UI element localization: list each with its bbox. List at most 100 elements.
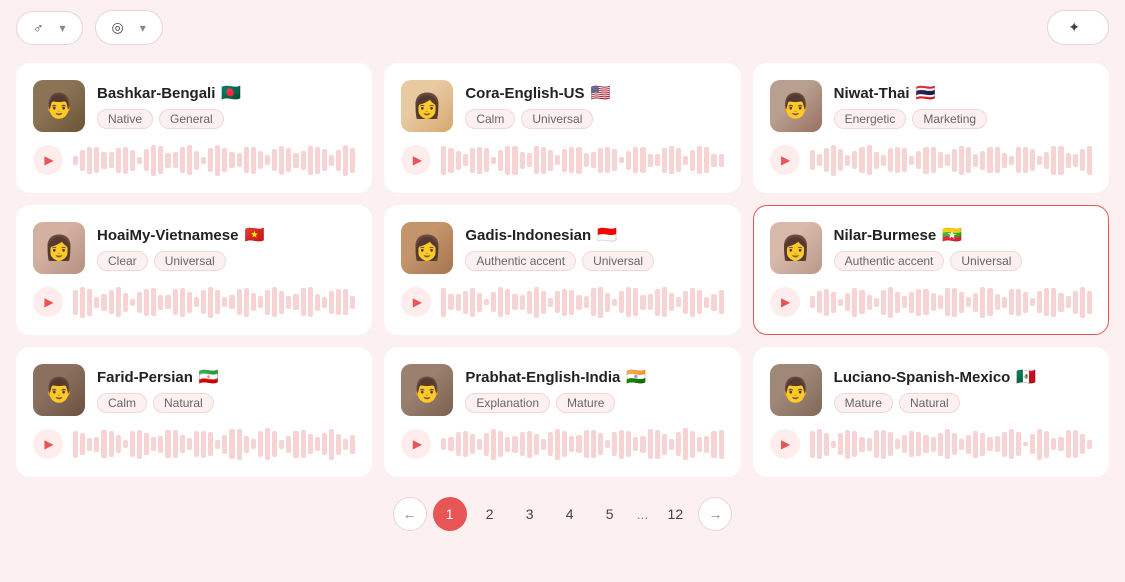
wave-bar [1037,291,1042,313]
play-button[interactable]: ▶ [33,287,63,317]
waveform-row: ▶ [401,428,723,460]
wave-bar [456,151,461,170]
wave-bar [258,296,263,308]
tag: Authentic accent [834,251,945,271]
wave-bar [555,155,560,165]
page-btn-12[interactable]: 12 [658,497,692,531]
page-btn-2[interactable]: 2 [473,497,507,531]
wave-bar [222,297,227,307]
tag: Universal [521,109,593,129]
wave-bar [286,296,291,309]
wave-bar [831,292,836,313]
wave-bar [534,434,539,455]
wave-bar [484,299,489,305]
flag-icon: 🇮🇷 [199,367,219,387]
wave-bar [874,430,879,458]
wave-bar [87,147,92,174]
wave-bar [1087,146,1092,175]
wave-bar [959,146,964,175]
wave-bar [94,297,99,308]
wave-bar [87,438,92,451]
voice-name: Nilar-Burmese [834,227,937,244]
voice-card-gadis[interactable]: 👩 Gadis-Indonesian 🇮🇩 Authentic accentUn… [384,205,740,335]
play-icon: ▶ [413,295,422,309]
wave-bar [633,288,638,316]
wave-bar [350,148,355,173]
wave-bar [676,432,681,456]
page-btn-4[interactable]: 4 [553,497,587,531]
play-button[interactable]: ▶ [401,287,431,317]
wave-bar [484,148,489,172]
avatar: 👩 [33,222,85,274]
wave-bar [711,154,716,167]
wave-bar [824,433,829,456]
gender-filter-btn[interactable]: ♂ ▾ [16,11,83,45]
voice-card-prabhat[interactable]: 👨 Prabhat-English-India 🇮🇳 ExplanationMa… [384,347,740,477]
play-button[interactable]: ▶ [770,429,800,459]
play-button[interactable]: ▶ [770,145,800,175]
tag: Universal [154,251,226,271]
wave-bar [87,289,92,316]
wave-bar [852,288,857,317]
wave-bar [527,153,532,167]
wave-bar [569,290,574,315]
wave-bar [80,150,85,171]
wave-bar [916,432,921,456]
wave-bar [144,289,149,316]
wave-bar [1002,153,1007,168]
voice-card-bashkar[interactable]: 👨 Bashkar-Bengali 🇧🇩 NativeGeneral ▶ [16,63,372,193]
wave-bar [251,293,256,311]
waveform-row: ▶ [401,286,723,318]
tags: ExplanationMature [465,393,723,413]
attire-filter-btn[interactable]: ◎ ▾ [95,10,163,45]
play-button[interactable]: ▶ [401,145,431,175]
voice-card-niwat[interactable]: 👨 Niwat-Thai 🇹🇭 EnergeticMarketing ▶ [753,63,1109,193]
voice-card-cora[interactable]: 👩 Cora-English-US 🇺🇸 CalmUniversal ▶ [384,63,740,193]
wave-bar [1073,430,1078,458]
voice-name: Cora-English-US [465,85,584,102]
wave-bar [315,294,320,311]
play-button[interactable]: ▶ [33,145,63,175]
wave-bar [1030,434,1035,454]
play-button[interactable]: ▶ [770,287,800,317]
play-icon: ▶ [44,295,53,309]
wave-bar [1002,297,1007,308]
prev-page-btn[interactable]: ← [393,497,427,531]
wave-bar [265,290,270,315]
wave-bar [966,147,971,173]
voice-card-hoaimy[interactable]: 👩 HoaiMy-Vietnamese 🇻🇳 ClearUniversal ▶ [16,205,372,335]
wave-bar [831,145,836,176]
wave-bar [222,148,227,172]
page-btn-5[interactable]: 5 [593,497,627,531]
wave-bar [244,436,249,453]
play-button[interactable]: ▶ [33,429,63,459]
wave-bar [448,148,453,173]
wave-bar [817,291,822,313]
wave-bar [662,148,667,173]
wave-bar [301,288,306,316]
play-button[interactable]: ▶ [401,429,431,459]
voice-card-farid[interactable]: 👨 Farid-Persian 🇮🇷 CalmNatural ▶ [16,347,372,477]
clear-filters-btn[interactable]: ✦ [1047,10,1109,45]
wave-bar [895,147,900,173]
wave-bar [845,430,850,459]
tag: Natural [899,393,960,413]
wave-bar [959,292,964,313]
waveform [441,428,723,460]
wave-bar [697,146,702,174]
voice-card-nilar[interactable]: 👩 Nilar-Burmese 🇲🇲 Authentic accentUnive… [753,205,1109,335]
page-btn-3[interactable]: 3 [513,497,547,531]
wave-bar [1051,438,1056,450]
wave-bar [1044,431,1049,458]
avatar: 👨 [401,364,453,416]
wave-bar [130,150,135,171]
name-row: Gadis-Indonesian 🇮🇩 [465,225,723,245]
page-btn-1[interactable]: 1 [433,497,467,531]
voice-card-luciano[interactable]: 👨 Luciano-Spanish-Mexico 🇲🇽 MatureNatura… [753,347,1109,477]
flag-icon: 🇹🇭 [916,83,936,103]
wave-bar [1016,147,1021,173]
wave-bar [902,296,907,308]
wave-bar [80,433,85,455]
next-page-btn[interactable]: → [698,497,732,531]
waveform-row: ▶ [401,144,723,176]
